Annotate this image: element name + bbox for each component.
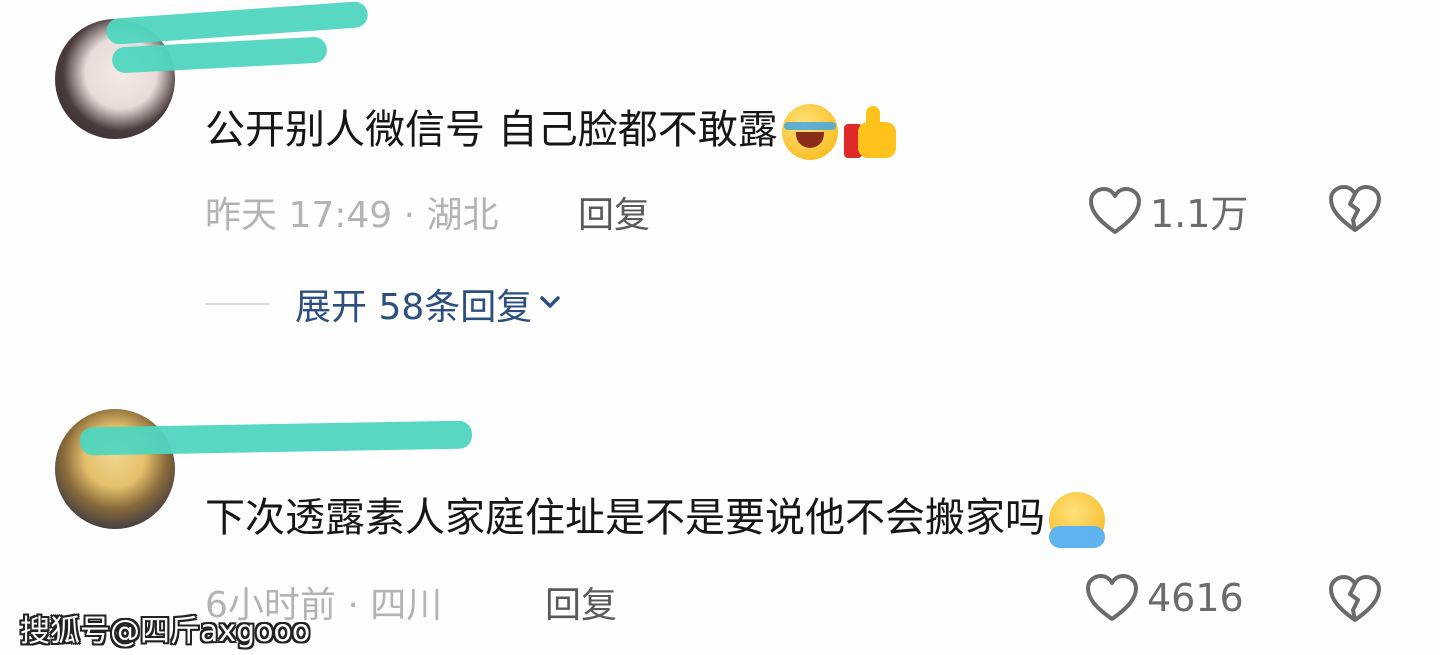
like-button[interactable]: 1.1万: [1088, 183, 1248, 238]
heart-icon: [1085, 573, 1139, 623]
like-button[interactable]: 4616: [1085, 573, 1244, 623]
broken-heart-icon[interactable]: [1328, 574, 1382, 624]
username-redaction: [79, 420, 473, 456]
thumbs-up-emoji-icon: [842, 104, 898, 160]
divider-line: [205, 303, 269, 305]
broken-heart-icon[interactable]: [1328, 184, 1382, 234]
watermark: 搜狐号@四斤axgooo: [20, 614, 311, 649]
heart-icon: [1088, 186, 1142, 236]
reply-button[interactable]: 回复: [545, 576, 617, 628]
comment-text: 下次透露素人家庭住址是不是要说他不会搬家吗: [205, 492, 1105, 548]
comment-meta: 昨天 17:49 · 湖北: [205, 195, 499, 236]
comment-text-content: 公开别人微信号 自己脸都不敢露: [205, 107, 778, 153]
expand-replies-link[interactable]: 展开 58条回复: [205, 278, 562, 330]
comment-text: 公开别人微信号 自己脸都不敢露: [205, 104, 898, 160]
username-redaction: [105, 0, 369, 46]
hugging-face-emoji-icon: [1049, 492, 1105, 548]
chevron-down-icon: [538, 292, 562, 316]
like-count: 1.1万: [1150, 192, 1249, 236]
laughing-crying-emoji-icon: [781, 104, 838, 160]
comment-item: 公开别人微信号 自己脸都不敢露 昨天 17:49 · 湖北 回复 1.1万 展开…: [0, 0, 1440, 370]
expand-replies-label: 展开 58条回复: [295, 287, 533, 328]
like-count: 4616: [1147, 576, 1244, 620]
reply-button[interactable]: 回复: [578, 186, 650, 238]
comment-text-content: 下次透露素人家庭住址是不是要说他不会搬家吗: [205, 495, 1045, 541]
